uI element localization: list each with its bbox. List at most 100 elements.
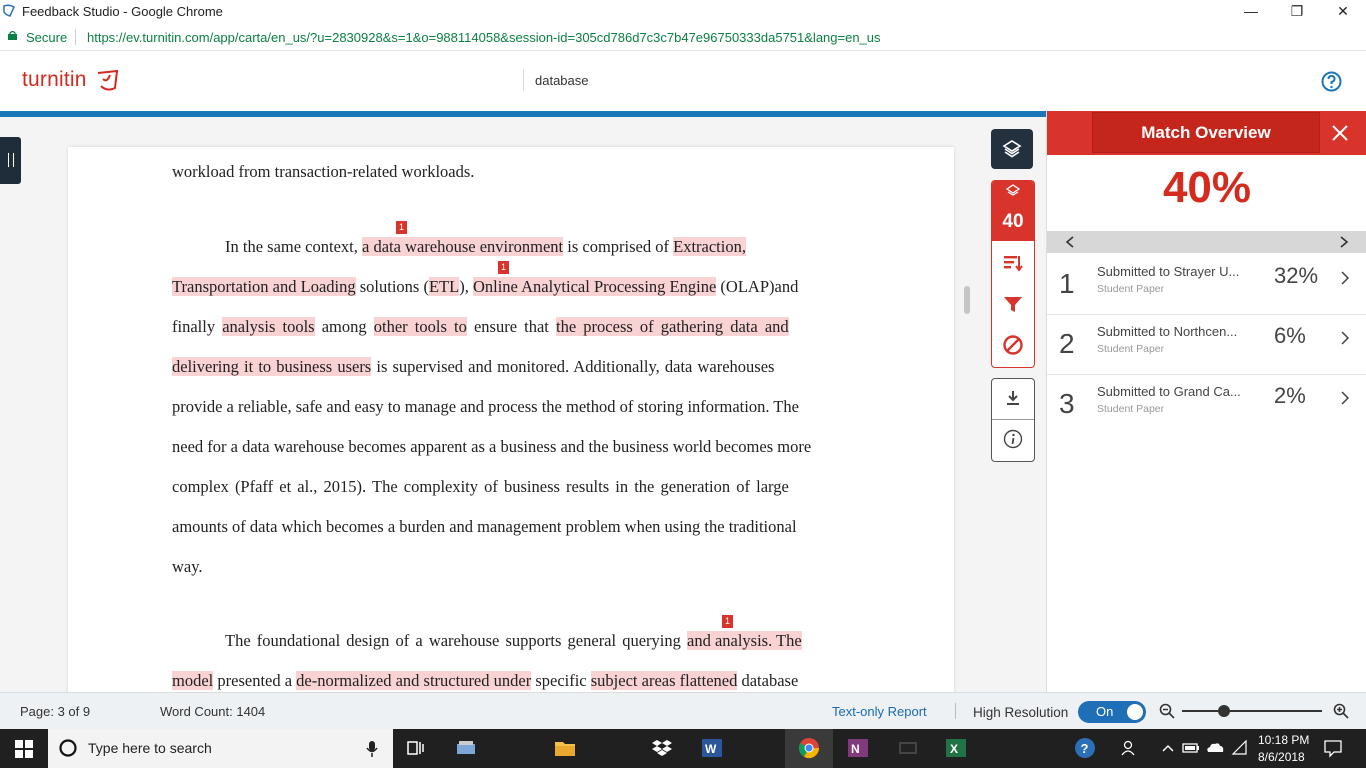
zoom-slider-knob[interactable] bbox=[1218, 705, 1230, 717]
match-highlight[interactable]: analysis tools bbox=[222, 317, 315, 336]
scanner-app-icon[interactable] bbox=[455, 737, 477, 759]
chevron-right-icon[interactable] bbox=[1339, 236, 1349, 248]
onenote-icon[interactable]: N bbox=[847, 737, 869, 759]
svg-text:N: N bbox=[851, 742, 860, 756]
microphone-icon[interactable] bbox=[366, 740, 378, 758]
match-highlight[interactable]: subject areas flattened bbox=[590, 671, 738, 690]
match-source: Submitted to Northcen... bbox=[1097, 324, 1238, 339]
paper-line: model presented a de-normalized and stru… bbox=[172, 671, 849, 691]
clock-date[interactable]: 8/6/2018 bbox=[1258, 750, 1305, 764]
paper-line: delivering it to business users is super… bbox=[172, 357, 849, 377]
word-icon[interactable]: W bbox=[701, 737, 723, 759]
paper-line: Transportation and Loading solutions (ET… bbox=[172, 277, 849, 297]
paper-line: need for a data warehouse becomes appare… bbox=[172, 437, 812, 456]
zoom-in-icon[interactable] bbox=[1333, 703, 1349, 719]
filter-icon[interactable] bbox=[1002, 293, 1024, 315]
notifications-icon[interactable] bbox=[1322, 737, 1344, 759]
chevron-right-icon[interactable] bbox=[1340, 330, 1350, 346]
minimize-button[interactable]: — bbox=[1228, 0, 1274, 24]
match-badge[interactable]: 1 bbox=[498, 261, 509, 274]
high-resolution-label: High Resolution bbox=[973, 705, 1069, 720]
chevron-up-icon[interactable] bbox=[1157, 737, 1179, 759]
zoom-slider[interactable] bbox=[1182, 705, 1322, 717]
text-run: (OLAP)and bbox=[716, 277, 799, 296]
secondary-toolbar bbox=[991, 378, 1035, 462]
match-highlight[interactable]: Extraction, bbox=[673, 237, 746, 256]
close-icon[interactable] bbox=[1327, 120, 1353, 146]
match-highlight[interactable]: de-normalized and structured under bbox=[296, 671, 532, 690]
match-row[interactable]: 3 Submitted to Grand Ca... Student Paper… bbox=[1047, 374, 1366, 434]
info-icon[interactable] bbox=[1003, 429, 1023, 449]
taskbar-search-box[interactable]: Type here to search bbox=[48, 729, 393, 768]
match-badge[interactable]: 1 bbox=[396, 221, 407, 234]
scrollbar-thumb[interactable] bbox=[964, 286, 970, 314]
media-app-icon[interactable] bbox=[897, 737, 919, 759]
excel-icon[interactable]: X bbox=[945, 737, 967, 759]
layers-button[interactable] bbox=[991, 129, 1033, 169]
windows-start-icon[interactable] bbox=[15, 740, 33, 758]
battery-icon[interactable] bbox=[1180, 737, 1202, 759]
feedback-studio-icon bbox=[3, 4, 15, 17]
layers-icon bbox=[1006, 184, 1020, 196]
help-tray-icon[interactable]: ? bbox=[1074, 737, 1096, 759]
match-type: Student Paper bbox=[1097, 283, 1165, 295]
match-nav-bar bbox=[1047, 231, 1366, 253]
high-resolution-toggle[interactable]: On bbox=[1078, 701, 1146, 723]
onedrive-icon[interactable] bbox=[1204, 737, 1226, 759]
chevron-right-icon[interactable] bbox=[1340, 270, 1350, 286]
help-icon[interactable] bbox=[1321, 71, 1342, 92]
wifi-icon[interactable] bbox=[1229, 737, 1251, 759]
page-indicator: Page: 3 of 9 bbox=[20, 704, 91, 719]
document-scrollbar[interactable] bbox=[963, 150, 971, 690]
text-run: solutions ( bbox=[355, 277, 429, 296]
svg-text:X: X bbox=[950, 742, 958, 756]
paper-line: provide a reliable, safe and easy to man… bbox=[172, 397, 799, 416]
match-highlight[interactable]: Online Analytical Processing Engine bbox=[472, 277, 717, 296]
chevron-left-icon[interactable] bbox=[1065, 236, 1075, 248]
exclude-icon[interactable] bbox=[1002, 334, 1024, 356]
sidebar-toggle-handle[interactable] bbox=[0, 137, 21, 184]
match-highlight[interactable]: a data warehouse environment bbox=[362, 237, 564, 256]
file-explorer-icon[interactable] bbox=[554, 737, 576, 759]
match-type: Student Paper bbox=[1097, 403, 1165, 415]
text-run: specific bbox=[531, 671, 591, 690]
address-bar[interactable]: Secure https://ev.turnitin.com/app/carta… bbox=[0, 24, 1366, 51]
close-window-button[interactable]: ✕ bbox=[1320, 0, 1366, 24]
match-highlight[interactable]: other tools to bbox=[373, 317, 467, 336]
text-run: database bbox=[737, 671, 799, 690]
status-divider bbox=[955, 703, 956, 719]
match-highlight[interactable]: the process of gathering data and bbox=[556, 317, 789, 336]
paper-line: The foundational design of a warehouse s… bbox=[172, 631, 849, 651]
text-run: among bbox=[314, 317, 374, 336]
match-row[interactable]: 1 Submitted to Strayer U... Student Pape… bbox=[1047, 254, 1366, 315]
svg-text:W: W bbox=[705, 742, 717, 756]
match-highlight[interactable]: delivering it to business users bbox=[172, 357, 372, 376]
match-highlight[interactable]: model bbox=[172, 671, 214, 690]
paper-line: amounts of data which becomes a burden a… bbox=[172, 517, 797, 536]
similarity-score-button[interactable]: 40 bbox=[992, 181, 1034, 241]
text-run: is comprised of bbox=[563, 237, 674, 256]
clock-time[interactable]: 10:18 PM bbox=[1258, 733, 1309, 747]
text-only-report-link[interactable]: Text-only Report bbox=[832, 704, 927, 719]
svg-text:?: ? bbox=[1081, 741, 1089, 756]
people-icon[interactable] bbox=[1119, 737, 1141, 759]
restore-button[interactable]: ❐ bbox=[1274, 0, 1320, 24]
url-text[interactable]: https://ev.turnitin.com/app/carta/en_us/… bbox=[87, 30, 881, 45]
sort-icon[interactable] bbox=[1002, 252, 1024, 274]
match-rank: 2 bbox=[1059, 328, 1075, 359]
download-icon[interactable] bbox=[1003, 388, 1023, 408]
dropbox-icon[interactable] bbox=[651, 737, 673, 759]
task-view-icon[interactable] bbox=[405, 737, 427, 759]
match-highlight[interactable]: Transportation and Loading bbox=[172, 277, 356, 296]
match-highlight[interactable]: ETL bbox=[428, 277, 460, 296]
toolbar-divider bbox=[992, 419, 1034, 420]
panel-title: Match Overview bbox=[1092, 112, 1320, 153]
turnitin-logo-icon bbox=[97, 69, 119, 91]
zoom-out-icon[interactable] bbox=[1159, 703, 1175, 719]
match-highlight[interactable]: and analysis. The bbox=[687, 631, 802, 650]
match-row[interactable]: 2 Submitted to Northcen... Student Paper… bbox=[1047, 314, 1366, 375]
chrome-icon[interactable] bbox=[798, 737, 820, 759]
header-divider bbox=[523, 69, 524, 91]
match-badge[interactable]: 1 bbox=[722, 615, 733, 628]
chevron-right-icon[interactable] bbox=[1340, 390, 1350, 406]
